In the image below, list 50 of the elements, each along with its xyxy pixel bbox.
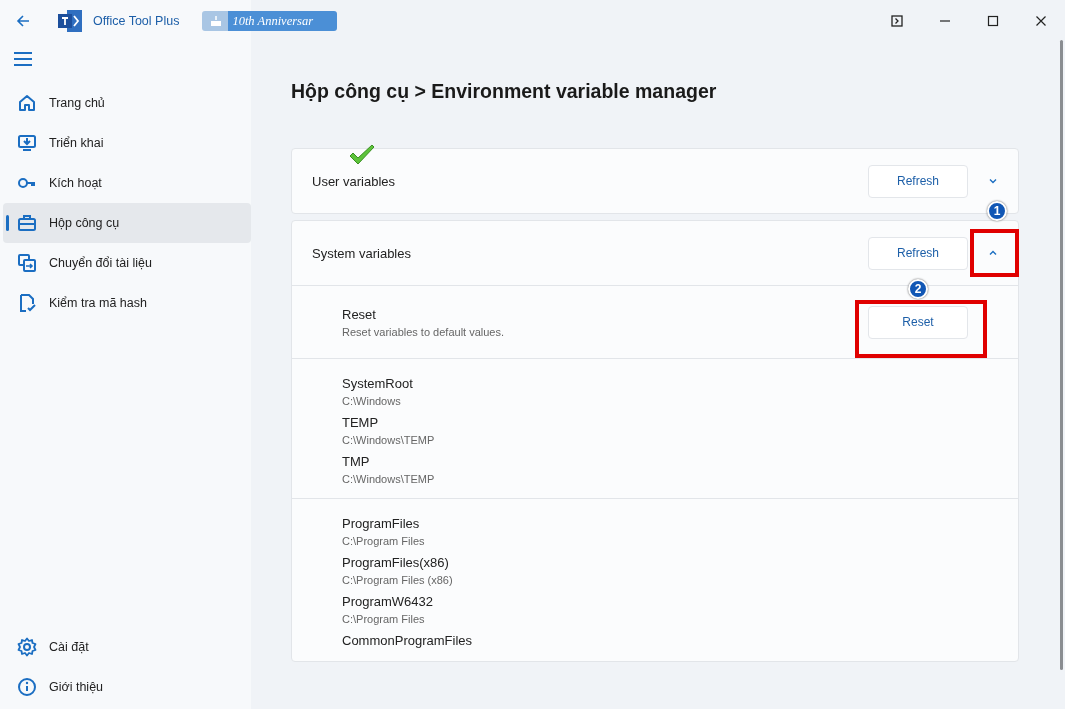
variable-value: C:\Windows\TEMP	[342, 473, 436, 485]
app-logo	[58, 10, 82, 32]
refresh-button[interactable]: Refresh	[868, 236, 968, 270]
variable-name: ProgramW6432	[342, 594, 435, 609]
home-icon	[17, 93, 37, 113]
card-title: User variables	[312, 173, 396, 189]
sidebar-item[interactable]: Kích hoạt	[3, 163, 251, 203]
variable-name: SystemRoot	[342, 376, 414, 391]
download-monitor-icon	[17, 133, 37, 153]
variable-name: TMP	[342, 454, 371, 469]
chevron-up-icon	[988, 248, 998, 258]
info-icon	[17, 677, 37, 697]
cake-icon	[210, 15, 223, 27]
sidebar-item[interactable]: Kiểm tra mã hash	[3, 283, 251, 323]
chevron-down-icon	[988, 176, 998, 186]
variable-value: C:\Windows	[342, 395, 402, 407]
toolbox-icon	[17, 213, 37, 233]
card-title: System variables	[312, 245, 411, 261]
maximize-icon	[987, 15, 999, 27]
sidebar-item[interactable]: Hộp công cụ	[3, 203, 251, 243]
variable-name: ProgramFiles	[342, 516, 421, 531]
variable-name: TEMP	[342, 415, 380, 430]
document-check-icon	[17, 293, 37, 313]
reset-title: Reset	[342, 306, 377, 322]
sidebar-item[interactable]: Trang chủ	[3, 83, 251, 123]
terminal-icon	[891, 15, 903, 27]
variable-value: C:\Windows\TEMP	[342, 434, 436, 446]
app-title: Office Tool Plus	[93, 14, 180, 28]
reset-button[interactable]: Reset	[868, 305, 968, 339]
variable-name: ProgramFiles(x86)	[342, 555, 450, 570]
variable-name: CommonProgramFiles	[342, 633, 474, 648]
sidebar-item[interactable]: Giới thiệu	[3, 667, 251, 707]
variable-value: C:\Program Files	[342, 613, 426, 625]
convert-icon	[17, 253, 37, 273]
scrollbar[interactable]	[1060, 40, 1063, 670]
sidebar-item[interactable]: Cài đặt	[3, 627, 251, 667]
menu-icon	[13, 49, 33, 69]
variable-value: C:\Program Files	[342, 535, 426, 547]
refresh-button[interactable]: Refresh	[868, 164, 968, 198]
step-badge: 1	[987, 201, 1007, 221]
back-arrow-icon	[15, 13, 31, 29]
highlight-frame	[970, 229, 1019, 277]
page-title: Hộp công cụ > Environment variable manager	[291, 80, 717, 103]
sidebar-item[interactable]: Triển khai	[3, 123, 251, 163]
close-icon	[1035, 15, 1047, 27]
reset-description: Reset variables to default values.	[342, 325, 506, 338]
anniversary-badge: 10th Anniversar	[202, 11, 338, 31]
settings-icon	[17, 637, 37, 657]
sidebar-item[interactable]: Chuyển đổi tài liệu	[3, 243, 251, 283]
variable-value: C:\Program Files (x86)	[342, 574, 454, 586]
